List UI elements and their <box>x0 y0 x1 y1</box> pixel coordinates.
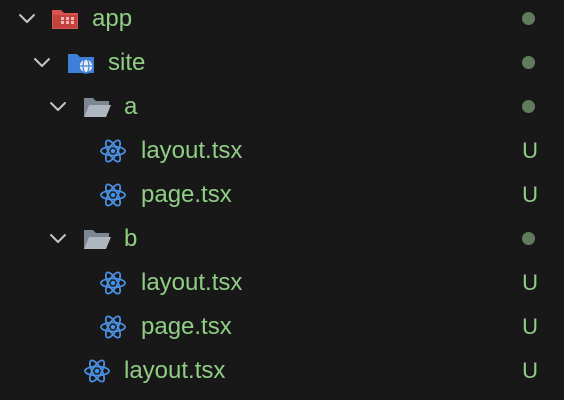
tree-item-a-folder[interactable]: a <box>0 85 564 129</box>
untracked-status-badge: U <box>522 182 538 207</box>
untracked-status-badge: U <box>522 270 538 295</box>
tree-item-file[interactable]: layout.tsx U <box>0 349 564 393</box>
tree-item-file[interactable]: layout.tsx U <box>0 261 564 305</box>
folder-site-icon <box>68 54 94 74</box>
chevron-down-icon[interactable] <box>47 228 69 250</box>
tree-item-label: b <box>124 225 138 252</box>
tree-item-label: a <box>124 93 138 120</box>
chevron-down-icon[interactable] <box>47 96 69 118</box>
modified-status-dot <box>522 56 535 69</box>
chevron-down-icon[interactable] <box>16 8 38 30</box>
modified-status-dot <box>522 232 535 245</box>
tree-item-label: layout.tsx <box>124 357 226 384</box>
tree-item-label: page.tsx <box>141 181 232 208</box>
tree-item-site-folder[interactable]: site <box>0 41 564 85</box>
tree-item-b-folder[interactable]: b <box>0 217 564 261</box>
tree-item-label: layout.tsx <box>141 137 243 164</box>
tree-item-app-folder[interactable]: app <box>0 0 564 41</box>
folder-open-icon <box>84 230 111 249</box>
tree-item-label: layout.tsx <box>141 269 243 296</box>
react-icon <box>100 139 126 163</box>
tree-item-label: app <box>92 5 133 32</box>
react-icon <box>100 183 126 207</box>
tree-item-label: page.tsx <box>141 313 232 340</box>
modified-status-dot <box>522 100 535 113</box>
react-icon <box>100 271 126 295</box>
tree-item-file[interactable]: page.tsx U <box>0 173 564 217</box>
file-explorer-tree: app site a layout.tsx U page.tsx U b lay… <box>0 0 564 400</box>
chevron-down-icon[interactable] <box>31 52 53 74</box>
untracked-status-badge: U <box>522 314 538 339</box>
untracked-status-badge: U <box>522 138 538 163</box>
tree-item-file[interactable]: layout.tsx U <box>0 129 564 173</box>
react-icon <box>100 315 126 339</box>
folder-open-icon <box>84 98 111 117</box>
modified-status-dot <box>522 12 535 25</box>
react-icon <box>84 359 110 383</box>
tree-item-file[interactable]: page.tsx U <box>0 305 564 349</box>
tree-item-label: site <box>108 49 146 76</box>
folder-app-icon <box>52 10 78 29</box>
untracked-status-badge: U <box>522 358 538 383</box>
